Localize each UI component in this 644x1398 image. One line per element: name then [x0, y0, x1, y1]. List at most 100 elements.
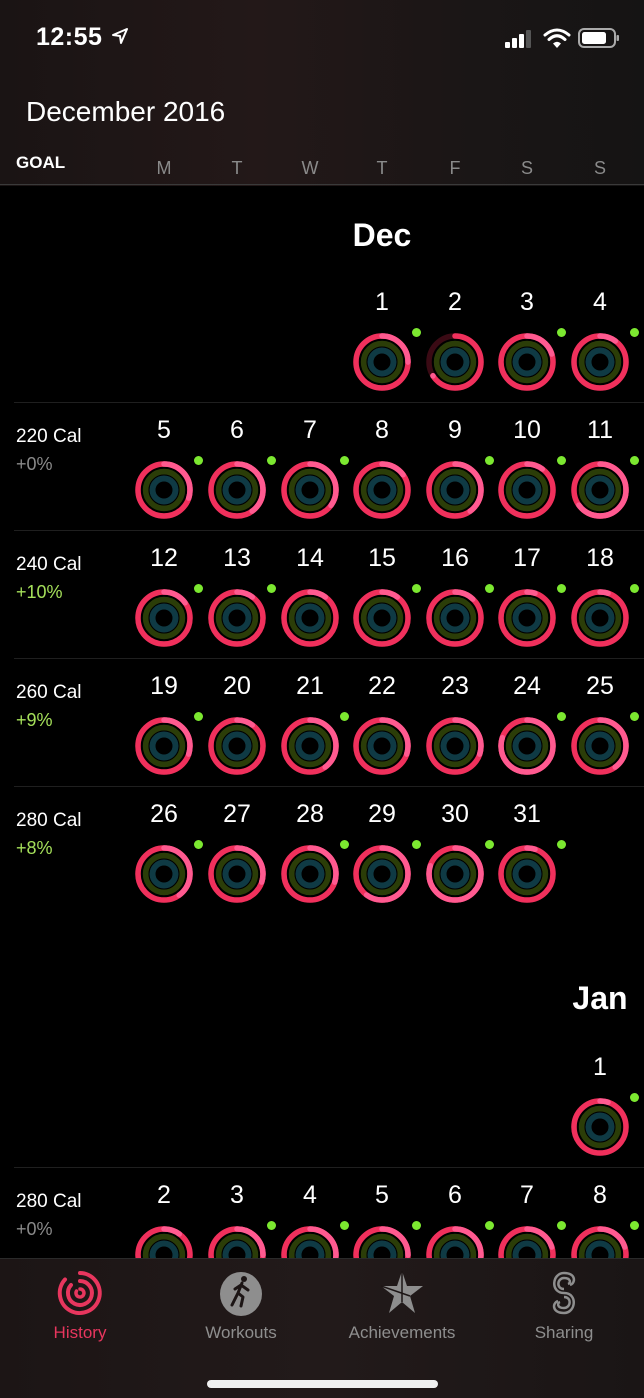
top-header: 12:55 December 2016 GOAL M T W T F S S [0, 0, 644, 186]
activity-ring-icon[interactable] [133, 843, 195, 905]
stand-ring [149, 731, 179, 761]
activity-ring-icon[interactable] [279, 715, 341, 777]
award-dot [194, 840, 203, 849]
day-number: 4 [593, 288, 607, 316]
activity-ring-icon[interactable] [279, 587, 341, 649]
month-label: Jan [572, 980, 628, 1016]
stand-ring [440, 859, 470, 889]
day-number: 28 [296, 800, 324, 828]
week-goal-change: +0% [16, 454, 53, 474]
activity-ring-icon[interactable] [206, 587, 268, 649]
stand-ring [367, 859, 397, 889]
stand-ring [222, 731, 252, 761]
battery-icon [578, 28, 619, 48]
day-number: 6 [230, 416, 244, 444]
activity-ring-icon[interactable] [133, 459, 195, 521]
award-dot [630, 1093, 639, 1102]
award-dot [267, 584, 276, 593]
day-number: 10 [513, 416, 541, 444]
award-dot [630, 1221, 639, 1230]
stand-ring [585, 475, 615, 505]
activity-ring-icon[interactable] [351, 843, 413, 905]
activity-ring-icon[interactable] [424, 459, 486, 521]
weekday-header: M [156, 158, 172, 178]
status-time: 12:55 [36, 23, 103, 51]
activity-ring-icon[interactable] [424, 715, 486, 777]
activity-ring-icon[interactable] [351, 587, 413, 649]
activity-ring-icon[interactable] [569, 1096, 631, 1158]
status-bar: 12:55 [0, 0, 644, 76]
weekday-header: W [301, 158, 319, 178]
activity-ring-icon[interactable] [569, 459, 631, 521]
home-indicator[interactable] [207, 1380, 438, 1388]
week-goal-calories: 280 Cal [16, 1191, 82, 1212]
activity-ring-icon[interactable] [424, 331, 486, 393]
stand-ring [149, 475, 179, 505]
day-number: 18 [586, 544, 614, 572]
tab-achievements[interactable]: Achievements [322, 1259, 482, 1354]
activity-ring-icon[interactable] [569, 587, 631, 649]
activity-ring-icon[interactable] [496, 459, 558, 521]
stand-ring [367, 347, 397, 377]
activity-ring-icon[interactable] [206, 459, 268, 521]
sharing-icon [552, 1271, 576, 1315]
weekday-header: S [593, 158, 606, 178]
award-dot [340, 840, 349, 849]
stand-ring [585, 347, 615, 377]
activity-ring-icon[interactable] [133, 587, 195, 649]
activity-ring-icon[interactable] [206, 843, 268, 905]
tab-sharing[interactable]: Sharing [484, 1259, 644, 1354]
day-number: 4 [303, 1181, 317, 1209]
weekday-header: T [376, 158, 388, 178]
week-divider [14, 1167, 644, 1168]
activity-ring-icon[interactable] [424, 587, 486, 649]
day-number: 29 [368, 800, 396, 828]
activity-ring-icon[interactable] [279, 843, 341, 905]
activity-ring-icon[interactable] [496, 715, 558, 777]
history-rings-icon [57, 1271, 102, 1315]
activity-ring-icon[interactable] [206, 715, 268, 777]
day-number: 30 [441, 800, 469, 828]
stand-ring [512, 347, 542, 377]
activity-ring-icon[interactable] [496, 331, 558, 393]
stand-ring [440, 347, 470, 377]
activity-ring-icon[interactable] [424, 843, 486, 905]
day-number: 1 [375, 288, 389, 316]
activity-ring-icon[interactable] [496, 587, 558, 649]
stand-ring [585, 603, 615, 633]
week-goal-calories: 220 Cal [16, 426, 82, 447]
day-number: 11 [587, 416, 613, 444]
tab-workouts[interactable]: Workouts [161, 1259, 321, 1354]
day-number: 3 [520, 288, 534, 316]
week-goal-change: +0% [16, 1219, 53, 1239]
activity-ring-icon[interactable] [496, 843, 558, 905]
stand-ring [149, 603, 179, 633]
day-number: 12 [150, 544, 178, 572]
award-dot [194, 456, 203, 465]
tab-history[interactable]: History [0, 1259, 160, 1354]
activity-ring-icon[interactable] [351, 715, 413, 777]
activity-ring-icon[interactable] [351, 331, 413, 393]
activity-ring-icon[interactable] [351, 459, 413, 521]
day-number: 19 [150, 672, 178, 700]
award-dot [194, 584, 203, 593]
day-number: 25 [586, 672, 614, 700]
activity-ring-icon[interactable] [569, 331, 631, 393]
day-number: 20 [223, 672, 251, 700]
day-number: 8 [375, 416, 389, 444]
award-dot [485, 584, 494, 593]
week-divider [14, 402, 644, 403]
award-dot [630, 712, 639, 721]
activity-ring-icon[interactable] [133, 715, 195, 777]
week-goal-change: +8% [16, 838, 53, 858]
page-title: December 2016 [26, 96, 226, 127]
activity-ring-icon[interactable] [569, 715, 631, 777]
tab-label: Sharing [534, 1323, 594, 1342]
week-goal-change: +9% [16, 710, 53, 730]
award-dot [557, 1221, 566, 1230]
activity-ring-icon[interactable] [279, 459, 341, 521]
day-number: 8 [593, 1181, 607, 1209]
stand-ring [295, 859, 325, 889]
stand-ring [222, 859, 252, 889]
week-divider [14, 658, 644, 659]
